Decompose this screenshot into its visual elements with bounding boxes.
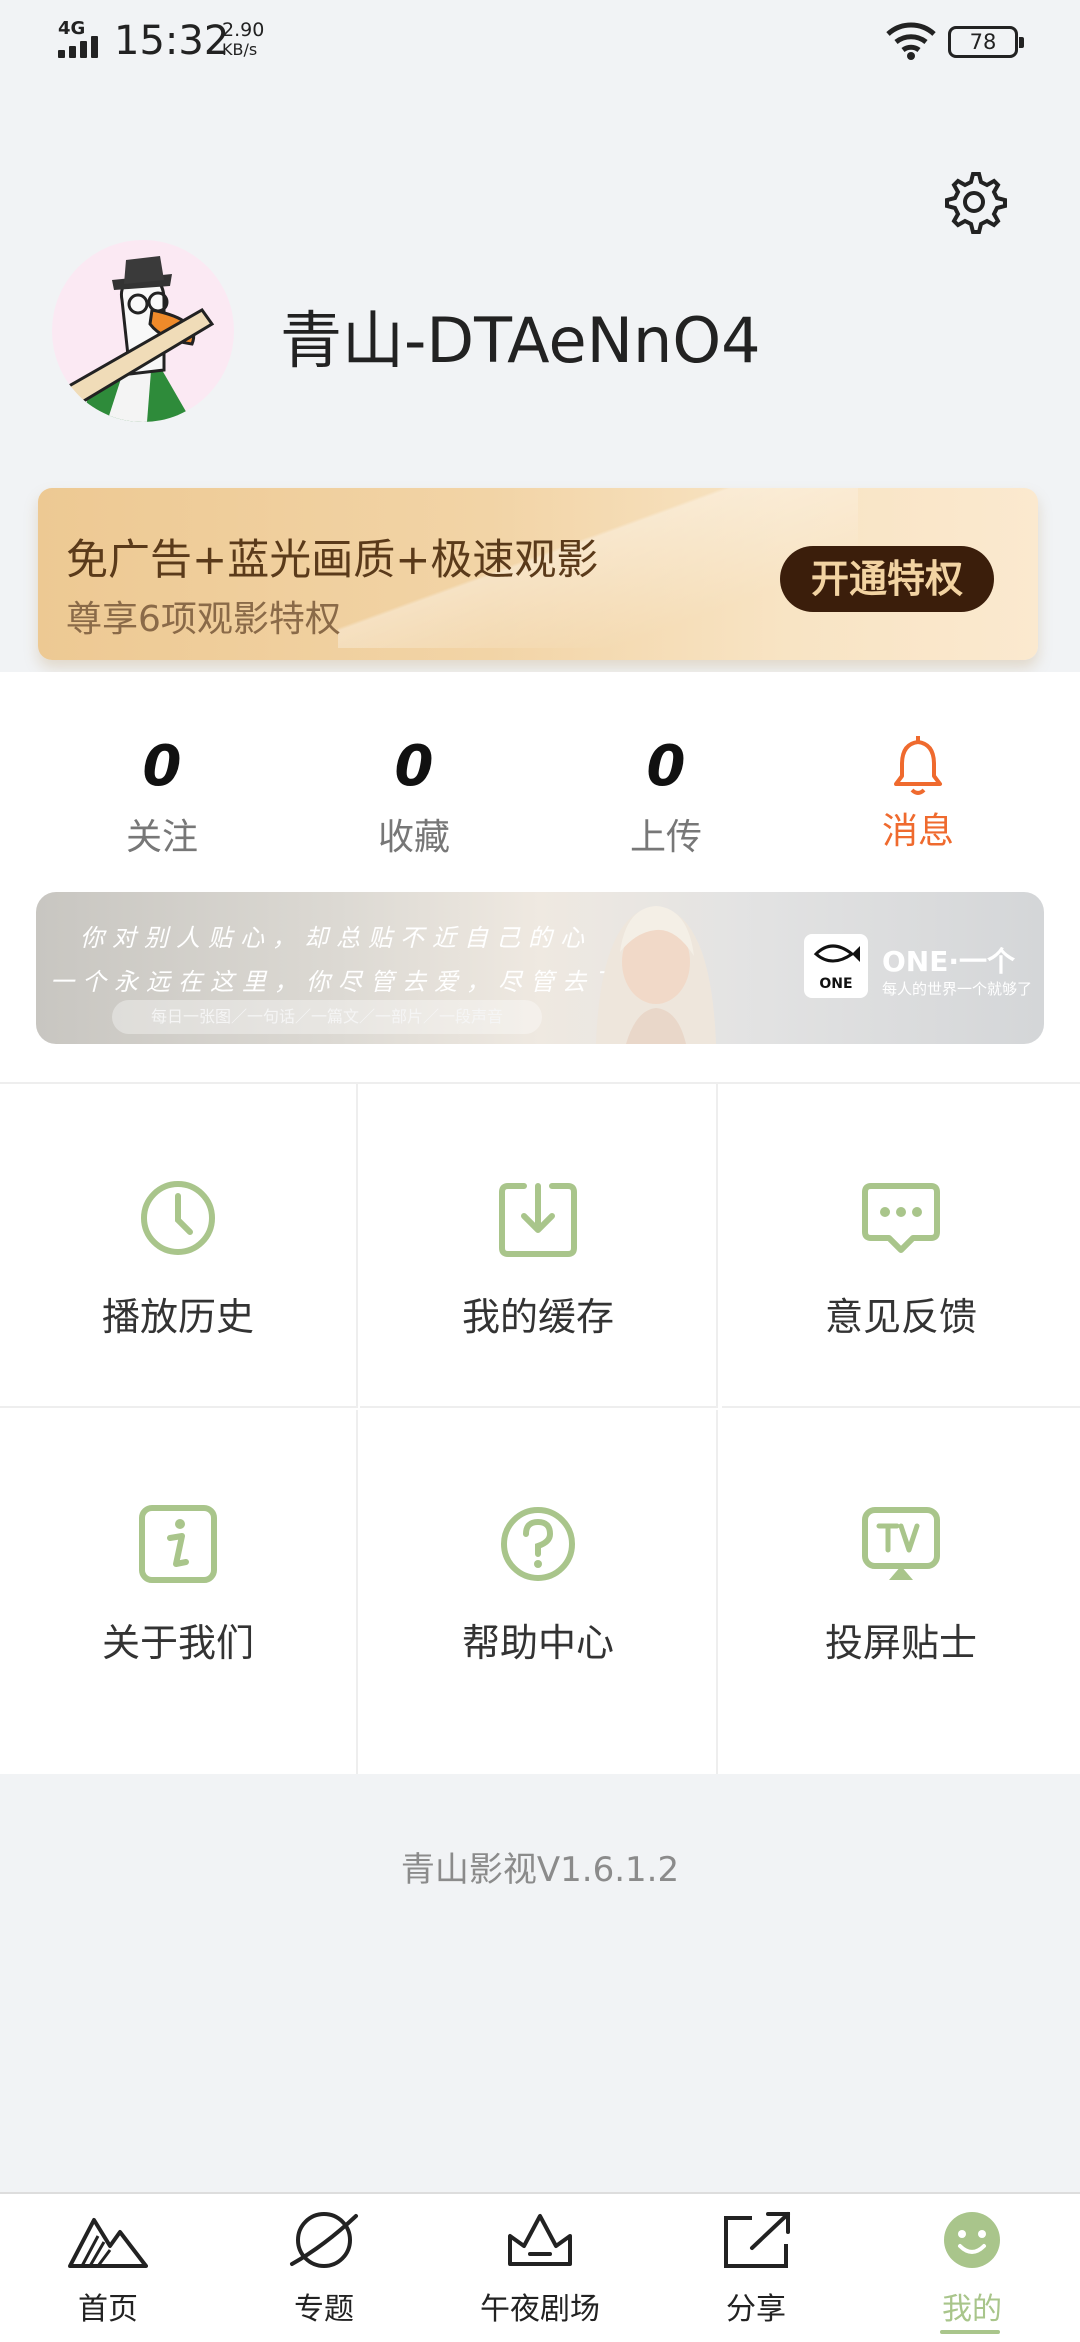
nav-label: 我的 bbox=[942, 2292, 1002, 2327]
signal-icon bbox=[58, 36, 104, 58]
ad-portrait-image bbox=[596, 906, 716, 1044]
ad-tagline: 每日一张图／一句话／一篇文／一部片／一段声音 bbox=[112, 1000, 542, 1034]
goose-avatar bbox=[59, 256, 215, 422]
vip-title: 免广告+蓝光画质+极速观影 bbox=[66, 535, 599, 584]
avatar[interactable] bbox=[52, 240, 234, 422]
nav-share[interactable]: 分享 bbox=[676, 2210, 836, 2328]
messages-label: 消息 bbox=[881, 811, 954, 852]
info-icon bbox=[139, 1505, 217, 1583]
download-icon bbox=[499, 1183, 577, 1257]
help-icon bbox=[501, 1507, 575, 1581]
fish-icon bbox=[813, 944, 860, 963]
clock-time: 15:32 bbox=[114, 18, 230, 64]
tv-icon bbox=[862, 1507, 940, 1580]
mountain-icon bbox=[68, 2218, 148, 2268]
menu-label: 我的缓存 bbox=[461, 1295, 614, 1339]
open-vip-button[interactable]: 开通特权 bbox=[780, 546, 994, 612]
stat-upload[interactable]: 0 上传 bbox=[566, 732, 766, 860]
ad-quote-line2: 一个永远在这里，你尽管去爱，尽管去飞 bbox=[50, 968, 626, 996]
vip-banner[interactable]: 免广告+蓝光画质+极速观影 尊享6项观影特权 开通特权 bbox=[38, 488, 1038, 660]
status-bar: 4G 15:32 2.90 KB/s 78 bbox=[0, 0, 1080, 80]
nav-active-indicator bbox=[940, 2330, 1000, 2334]
stat-messages[interactable]: 消息 bbox=[818, 732, 1018, 854]
ad-banner[interactable]: 你对别人贴心，却总贴不近自己的心 一个永远在这里，你尽管去爱，尽管去飞 每日一张… bbox=[36, 892, 1044, 1044]
network-speed-unit: KB/s bbox=[222, 40, 258, 59]
one-logo-text: ONE bbox=[819, 976, 853, 992]
nav-label: 午夜剧场 bbox=[480, 2292, 600, 2327]
ad-quote-line1: 你对别人贴心，却总贴不近自己的心 bbox=[80, 924, 592, 952]
menu-my-cache[interactable]: 我的缓存 bbox=[360, 1084, 718, 1408]
one-logo: ONE bbox=[804, 934, 868, 998]
menu-cast-tips[interactable]: 投屏贴士 bbox=[722, 1410, 1080, 1774]
menu-about-us[interactable]: 关于我们 bbox=[0, 1410, 358, 1774]
bell-icon bbox=[894, 736, 942, 795]
stat-follow[interactable]: 0 关注 bbox=[62, 732, 262, 860]
menu-label: 意见反馈 bbox=[824, 1295, 977, 1339]
nav-midnight-theater[interactable]: 午夜剧场 bbox=[460, 2210, 620, 2328]
ad-brand: ONE·一个 bbox=[882, 945, 1016, 978]
network-speed: 2.90 KB/s bbox=[222, 20, 264, 60]
planet-icon bbox=[290, 2212, 358, 2268]
nav-topics[interactable]: 专题 bbox=[244, 2210, 404, 2328]
menu-help-center[interactable]: 帮助中心 bbox=[360, 1410, 718, 1774]
app-version: 青山影视V1.6.1.2 bbox=[400, 1850, 680, 1890]
upload-count: 0 bbox=[646, 734, 686, 799]
stats-section: 0 关注 0 收藏 0 上传 消息 你对别人贴心，却总贴不近自己的心 一个永远在… bbox=[0, 672, 1080, 1082]
bottom-nav: 首页 专题 午夜剧场 分享 我的 bbox=[0, 2192, 1080, 2342]
nav-label: 专题 bbox=[294, 2292, 354, 2327]
gear-icon[interactable] bbox=[940, 168, 1008, 236]
menu-feedback[interactable]: 意见反馈 bbox=[722, 1084, 1080, 1408]
network-speed-value: 2.90 bbox=[222, 19, 265, 41]
battery-indicator: 78 bbox=[948, 26, 1024, 58]
vip-subtitle: 尊享6项观影特权 bbox=[66, 599, 341, 640]
nav-mine[interactable]: 我的 bbox=[892, 2210, 1052, 2328]
upload-label: 上传 bbox=[629, 817, 702, 858]
ad-brand-slogan: 每人的世界一个就够了 bbox=[882, 980, 1033, 998]
menu-label: 播放历史 bbox=[101, 1295, 254, 1339]
favorites-count: 0 bbox=[394, 734, 434, 799]
follow-count: 0 bbox=[142, 734, 182, 799]
chat-icon bbox=[862, 1183, 940, 1253]
clock-icon bbox=[141, 1181, 215, 1255]
favorites-label: 收藏 bbox=[377, 817, 450, 858]
stat-favorites[interactable]: 0 收藏 bbox=[314, 732, 514, 860]
crown-icon bbox=[508, 2214, 572, 2266]
menu-label: 投屏贴士 bbox=[824, 1621, 977, 1665]
nav-label: 首页 bbox=[78, 2292, 138, 2327]
share-icon bbox=[724, 2212, 790, 2268]
menu-play-history[interactable]: 播放历史 bbox=[0, 1084, 358, 1408]
nav-label: 分享 bbox=[726, 2292, 786, 2327]
username: 青山-DTAeNnO4 bbox=[280, 304, 761, 377]
menu-grid: 播放历史 我的缓存 意见反馈 关于我们 帮助中心 投屏贴士 bbox=[0, 1082, 1080, 1774]
follow-label: 关注 bbox=[125, 817, 198, 858]
smile-icon bbox=[944, 2212, 1000, 2268]
nav-home[interactable]: 首页 bbox=[28, 2210, 188, 2328]
wifi-icon bbox=[886, 22, 936, 60]
menu-label: 帮助中心 bbox=[461, 1621, 614, 1665]
menu-label: 关于我们 bbox=[101, 1621, 254, 1665]
